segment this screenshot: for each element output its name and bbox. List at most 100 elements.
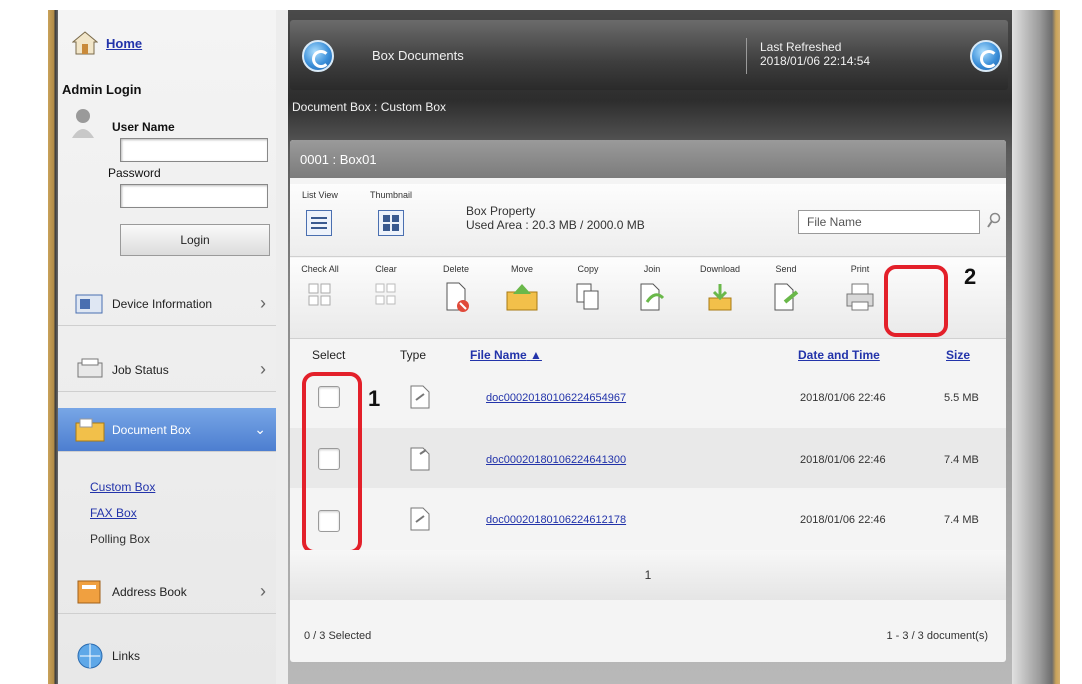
separator [746, 38, 747, 74]
move-button[interactable]: Move [496, 264, 548, 334]
document-panel: 0001 : Box01 List View Thumbnail Box Pro… [290, 140, 1006, 662]
file-size: 5.5 MB [944, 392, 979, 404]
home-link[interactable]: Home [106, 36, 142, 51]
print-highlight-callout [884, 265, 948, 337]
thumbnail-view-icon[interactable] [378, 210, 404, 236]
move-icon [506, 284, 538, 311]
table-row[interactable]: doc00020180106224654967 2018/01/06 22:46… [290, 368, 1006, 428]
document-icon [410, 507, 430, 531]
tool-label: Join [643, 264, 661, 274]
file-size: 7.4 MB [944, 454, 979, 466]
box-properties-bar: List View Thumbnail Box Property Used Ar… [290, 184, 1006, 257]
page-number[interactable]: 1 [645, 568, 652, 582]
user-name-label: User Name [112, 120, 175, 134]
file-name-link[interactable]: doc00020180106224641300 [486, 454, 626, 466]
sidebar-item-device-information[interactable]: Device Information › [58, 282, 276, 326]
login-button[interactable]: Login [120, 224, 270, 256]
document-count: 1 - 3 / 3 document(s) [886, 630, 989, 642]
document-box-icon [75, 418, 105, 441]
home-icon [72, 31, 98, 55]
check-all-button[interactable]: Check All [294, 264, 346, 334]
tool-label: Delete [442, 264, 469, 274]
list-view-label: List View [302, 190, 338, 200]
sidebar-item-links[interactable]: Links [58, 634, 276, 678]
used-area-text: Used Area : 20.3 MB / 2000.0 MB [466, 218, 645, 232]
home-row[interactable]: Home [72, 30, 142, 56]
job-status-icon [77, 358, 103, 377]
tool-label: Download [699, 264, 741, 274]
sidebar-item-label: Job Status [112, 362, 169, 377]
sidebar-item-address-book[interactable]: Address Book › [58, 570, 276, 614]
send-button[interactable]: Send [760, 264, 812, 334]
sort-ascending-icon: ▲ [530, 348, 542, 362]
address-book-icon [77, 580, 101, 603]
refresh-label: Last Refreshed [760, 40, 842, 54]
panel-title: 0001 : Box01 [290, 140, 1006, 178]
sidebar-subitem-fax-box[interactable]: FAX Box [90, 506, 137, 520]
delete-icon [446, 282, 469, 312]
user-name-field[interactable] [120, 138, 268, 162]
file-name-link[interactable]: doc00020180106224612178 [486, 514, 626, 526]
sidebar-item-label: Address Book [112, 584, 187, 599]
join-icon [640, 283, 665, 311]
select-highlight-callout [302, 372, 362, 554]
join-button[interactable]: Join [626, 264, 678, 334]
file-size: 7.4 MB [944, 514, 979, 526]
password-field[interactable] [120, 184, 268, 208]
callout-number-2: 2 [964, 264, 977, 289]
globe-icon [77, 643, 103, 669]
chevron-right-icon: › [260, 293, 266, 313]
list-view-icon[interactable] [306, 210, 332, 236]
refresh-button[interactable] [970, 40, 1002, 72]
column-header-size[interactable]: Size [946, 348, 970, 362]
table-row[interactable]: doc00020180106224641300 2018/01/06 22:46… [290, 428, 1006, 488]
print-button[interactable]: Print [834, 264, 886, 334]
clear-button[interactable]: Clear [360, 264, 412, 334]
copy-icon [576, 283, 599, 310]
sidebar-item-job-status[interactable]: Job Status › [58, 348, 276, 392]
top-bar: Box Documents Last Refreshed 2018/01/06 … [290, 20, 1008, 90]
refresh-status: Last Refreshed 2018/01/06 22:14:54 [760, 40, 870, 68]
box-property-link[interactable]: Box Property [466, 204, 645, 218]
send-icon [774, 283, 799, 311]
sidebar-item-document-box[interactable]: Document Box ⌄ [58, 408, 276, 452]
frame-right-edge [1010, 10, 1060, 684]
download-icon [708, 284, 732, 311]
tool-label: Clear [375, 264, 397, 274]
copy-button[interactable]: Copy [562, 264, 614, 334]
sidebar-subitem-polling-box[interactable]: Polling Box [90, 532, 150, 546]
tool-label: Send [775, 264, 797, 274]
file-name-search-input[interactable]: File Name [798, 210, 980, 234]
sidebar-item-label: Document Box [112, 422, 191, 437]
chevron-right-icon: › [260, 581, 266, 601]
admin-login-title: Admin Login [62, 82, 142, 97]
main-content: Box Documents Last Refreshed 2018/01/06 … [288, 10, 1012, 684]
column-header-file-name[interactable]: File Name ▲ [470, 348, 542, 362]
chevron-down-icon: ⌄ [254, 421, 266, 437]
file-date: 2018/01/06 22:46 [800, 392, 886, 404]
sidebar-item-label: Links [112, 649, 141, 663]
thumbnail-label: Thumbnail [370, 190, 413, 200]
sidebar-item-label: Device Information [112, 296, 213, 311]
column-header-date[interactable]: Date and Time [798, 348, 880, 362]
file-date: 2018/01/06 22:46 [800, 454, 886, 466]
search-icon[interactable] [986, 212, 1002, 230]
table-row[interactable]: doc00020180106224612178 2018/01/06 22:46… [290, 488, 1006, 548]
device-info-icon [75, 294, 103, 313]
sidebar-subitem-custom-box[interactable]: Custom Box [90, 480, 155, 494]
tool-label: Move [510, 264, 533, 274]
refresh-timestamp: 2018/01/06 22:14:54 [760, 54, 871, 68]
tool-label: Copy [577, 264, 599, 274]
selected-count: 0 / 3 Selected [304, 630, 372, 642]
user-icon [72, 109, 94, 138]
chevron-right-icon: › [260, 359, 266, 379]
printer-icon [846, 283, 874, 311]
check-all-icon [308, 283, 331, 306]
tool-label: Check All [301, 264, 339, 274]
clear-icon [375, 283, 396, 305]
delete-button[interactable]: Delete [430, 264, 482, 334]
back-button[interactable] [302, 40, 334, 72]
file-name-link[interactable]: doc00020180106224654967 [486, 392, 626, 404]
download-button[interactable]: Download [694, 264, 746, 334]
page-title: Box Documents [372, 48, 464, 63]
